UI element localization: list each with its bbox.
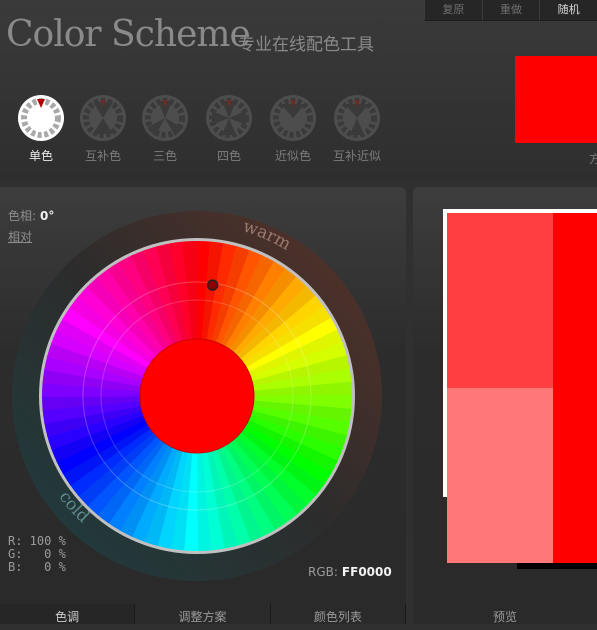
tetrad-scheme-icon bbox=[205, 94, 253, 142]
mode-accented-analogic-label: 互补近似 bbox=[332, 149, 381, 163]
hue-label: 色相: bbox=[8, 209, 37, 223]
rgb-b: B: 0 % bbox=[8, 560, 66, 574]
accented-analogic-scheme-icon bbox=[333, 94, 381, 142]
tab-preview[interactable]: 预览 bbox=[413, 604, 597, 624]
toolbar: 复原 重做 随机 bbox=[424, 0, 597, 21]
mode-tetrad-label: 四色 bbox=[216, 149, 241, 163]
app-tagline: 专业在线配色工具 bbox=[238, 35, 374, 55]
rgb-percent-readout: R: 100 % G: 0 % B: 0 % bbox=[8, 535, 66, 574]
tab-hue[interactable]: 色调 bbox=[0, 604, 136, 624]
hue-handle[interactable] bbox=[206, 279, 219, 291]
scheme-preview-swatch bbox=[515, 56, 597, 143]
complement-scheme-icon bbox=[79, 94, 127, 142]
app-logo: Color Scheme bbox=[6, 14, 251, 55]
mode-triad[interactable]: 三色 bbox=[135, 94, 195, 164]
mono-scheme-icon bbox=[17, 94, 65, 142]
analogic-scheme-icon bbox=[269, 94, 317, 142]
mode-analogic-label: 近似色 bbox=[274, 149, 311, 163]
tab-adjust-scheme[interactable]: 调整方案 bbox=[135, 604, 271, 624]
mode-complement[interactable]: 互补色 bbox=[73, 94, 133, 164]
rgb-hex-label: RGB: bbox=[308, 565, 338, 579]
hue-readout: 色相: 0° bbox=[8, 207, 54, 224]
mode-mono[interactable]: 单色 bbox=[11, 94, 71, 164]
swatch-light[interactable] bbox=[447, 213, 553, 388]
random-button[interactable]: 随机 bbox=[539, 0, 597, 21]
bottom-tabs: 色调 调整方案 颜色列表 bbox=[0, 604, 406, 624]
rgb-hex-readout: RGB: FF0000 bbox=[308, 565, 392, 579]
swatch-base[interactable] bbox=[553, 213, 597, 563]
mode-analogic[interactable]: 近似色 bbox=[263, 94, 323, 164]
redo-button[interactable]: 重做 bbox=[481, 0, 540, 21]
tab-color-list[interactable]: 颜色列表 bbox=[270, 604, 406, 624]
mode-accented-analogic[interactable]: 互补近似 bbox=[327, 94, 387, 164]
mode-tetrad[interactable]: 四色 bbox=[199, 94, 259, 164]
relative-link[interactable]: 相对 bbox=[8, 228, 32, 245]
color-wheel[interactable]: warm cold bbox=[10, 209, 384, 583]
mode-mono-label: 单色 bbox=[28, 149, 53, 163]
preview-caption: 方 bbox=[589, 152, 597, 166]
hue-value: 0° bbox=[40, 209, 55, 223]
mode-complement-label: 互补色 bbox=[84, 149, 121, 163]
triad-scheme-icon bbox=[141, 94, 189, 142]
mode-triad-label: 三色 bbox=[152, 149, 177, 163]
undo-button[interactable]: 复原 bbox=[424, 0, 482, 21]
swatch-pale[interactable] bbox=[447, 388, 553, 563]
selected-color-center bbox=[139, 338, 255, 454]
rgb-hex-value[interactable]: FF0000 bbox=[342, 565, 392, 579]
